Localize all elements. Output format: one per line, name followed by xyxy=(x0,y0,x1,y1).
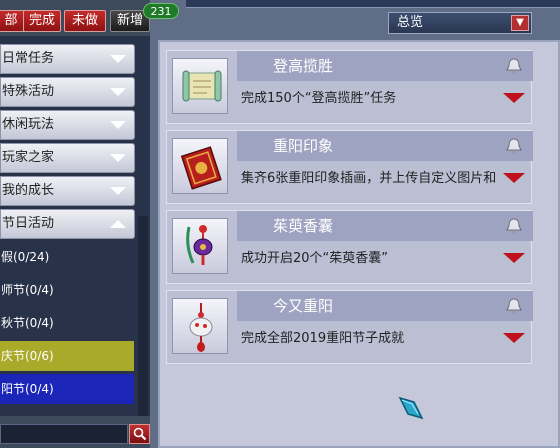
search-input[interactable] xyxy=(0,424,128,444)
achievement-card[interactable]: 登高揽胜 完成150个“登高揽胜”任务 xyxy=(166,50,533,124)
tab-incomplete[interactable]: 未做 xyxy=(64,10,106,32)
chevron-up-icon xyxy=(110,220,126,228)
category-label: 节日活动 xyxy=(2,216,55,231)
dropdown-arrow-icon[interactable]: ▼ xyxy=(511,15,529,31)
achievement-title: 茱萸香囊 xyxy=(273,217,334,235)
bell-icon[interactable] xyxy=(505,57,523,75)
bell-icon[interactable] xyxy=(505,217,523,235)
category-my-growth[interactable]: 我的成长 xyxy=(0,176,135,206)
sub-item-double-ninth[interactable]: 阳节(0/4) xyxy=(0,374,134,404)
expand-triangle-icon[interactable] xyxy=(503,253,525,263)
cursor-icon xyxy=(398,396,424,420)
sachet-icon xyxy=(172,218,228,274)
achievement-description: 成功开启20个“茱萸香囊” xyxy=(241,251,389,266)
bell-icon[interactable] xyxy=(505,297,523,315)
tab-completed[interactable]: 完成 xyxy=(23,10,61,32)
achievement-title: 登高揽胜 xyxy=(273,57,334,75)
chevron-down-icon xyxy=(110,55,126,63)
achievement-title: 重阳印象 xyxy=(273,137,334,155)
ornament-icon xyxy=(172,298,228,354)
filter-selected-label: 总览 xyxy=(397,15,424,30)
chevron-down-icon xyxy=(110,187,126,195)
category-label: 特殊活动 xyxy=(2,84,55,99)
scroll-icon xyxy=(172,58,228,114)
search-icon xyxy=(133,427,146,441)
achievement-description: 完成全部2019重阳节子成就 xyxy=(241,331,405,346)
category-label: 休闲玩法 xyxy=(2,117,55,132)
category-player-home[interactable]: 玩家之家 xyxy=(0,143,135,173)
book-icon xyxy=(172,138,228,194)
sub-item-teachers-day[interactable]: 师节(0/4) xyxy=(0,275,134,305)
bell-icon[interactable] xyxy=(505,137,523,155)
category-list: 日常任务 特殊活动 休闲玩法 玩家之家 我的成长 节日活动 假(0/24) 师节… xyxy=(0,36,150,416)
sub-item-holiday[interactable]: 假(0/24) xyxy=(0,242,134,272)
category-label: 日常任务 xyxy=(2,51,55,66)
category-label: 玩家之家 xyxy=(2,150,55,165)
category-festival-events[interactable]: 节日活动 xyxy=(0,209,135,239)
achievement-list: 登高揽胜 完成150个“登高揽胜”任务 重阳印象 集齐6张重阳印象插画，并上传自… xyxy=(158,40,560,448)
chevron-down-icon xyxy=(110,121,126,129)
filter-dropdown[interactable]: 总览 ▼ xyxy=(388,12,532,34)
chevron-down-icon xyxy=(110,154,126,162)
category-scrollbar[interactable] xyxy=(138,216,148,416)
category-special-events[interactable]: 特殊活动 xyxy=(0,77,135,107)
achievement-card[interactable]: 茱萸香囊 成功开启20个“茱萸香囊” xyxy=(166,210,533,284)
category-label: 我的成长 xyxy=(2,183,55,198)
sub-item-mid-autumn[interactable]: 秋节(0/4) xyxy=(0,308,134,338)
achievement-card[interactable]: 重阳印象 集齐6张重阳印象插画，并上传自定义图片和 xyxy=(166,130,533,204)
sub-item-national-day[interactable]: 庆节(0/6) xyxy=(0,341,134,371)
category-daily-tasks[interactable]: 日常任务 xyxy=(0,44,135,74)
category-leisure[interactable]: 休闲玩法 xyxy=(0,110,135,140)
expand-triangle-icon[interactable] xyxy=(503,173,525,183)
achievement-description: 集齐6张重阳印象插画，并上传自定义图片和 xyxy=(241,171,497,186)
achievement-description: 完成150个“登高揽胜”任务 xyxy=(241,91,397,106)
expand-triangle-icon[interactable] xyxy=(503,93,525,103)
category-panel: 部 完成 未做 新增 231 日常任务 特殊活动 休闲玩法 玩家之家 我的成长 … xyxy=(0,0,179,448)
chevron-down-icon xyxy=(110,88,126,96)
achievement-title: 今又重阳 xyxy=(273,297,334,315)
new-count-badge: 231 xyxy=(143,3,179,19)
expand-triangle-icon[interactable] xyxy=(503,333,525,343)
achievement-card[interactable]: 今又重阳 完成全部2019重阳节子成就 xyxy=(166,290,533,364)
search-button[interactable] xyxy=(129,424,150,444)
top-frame xyxy=(186,0,560,8)
